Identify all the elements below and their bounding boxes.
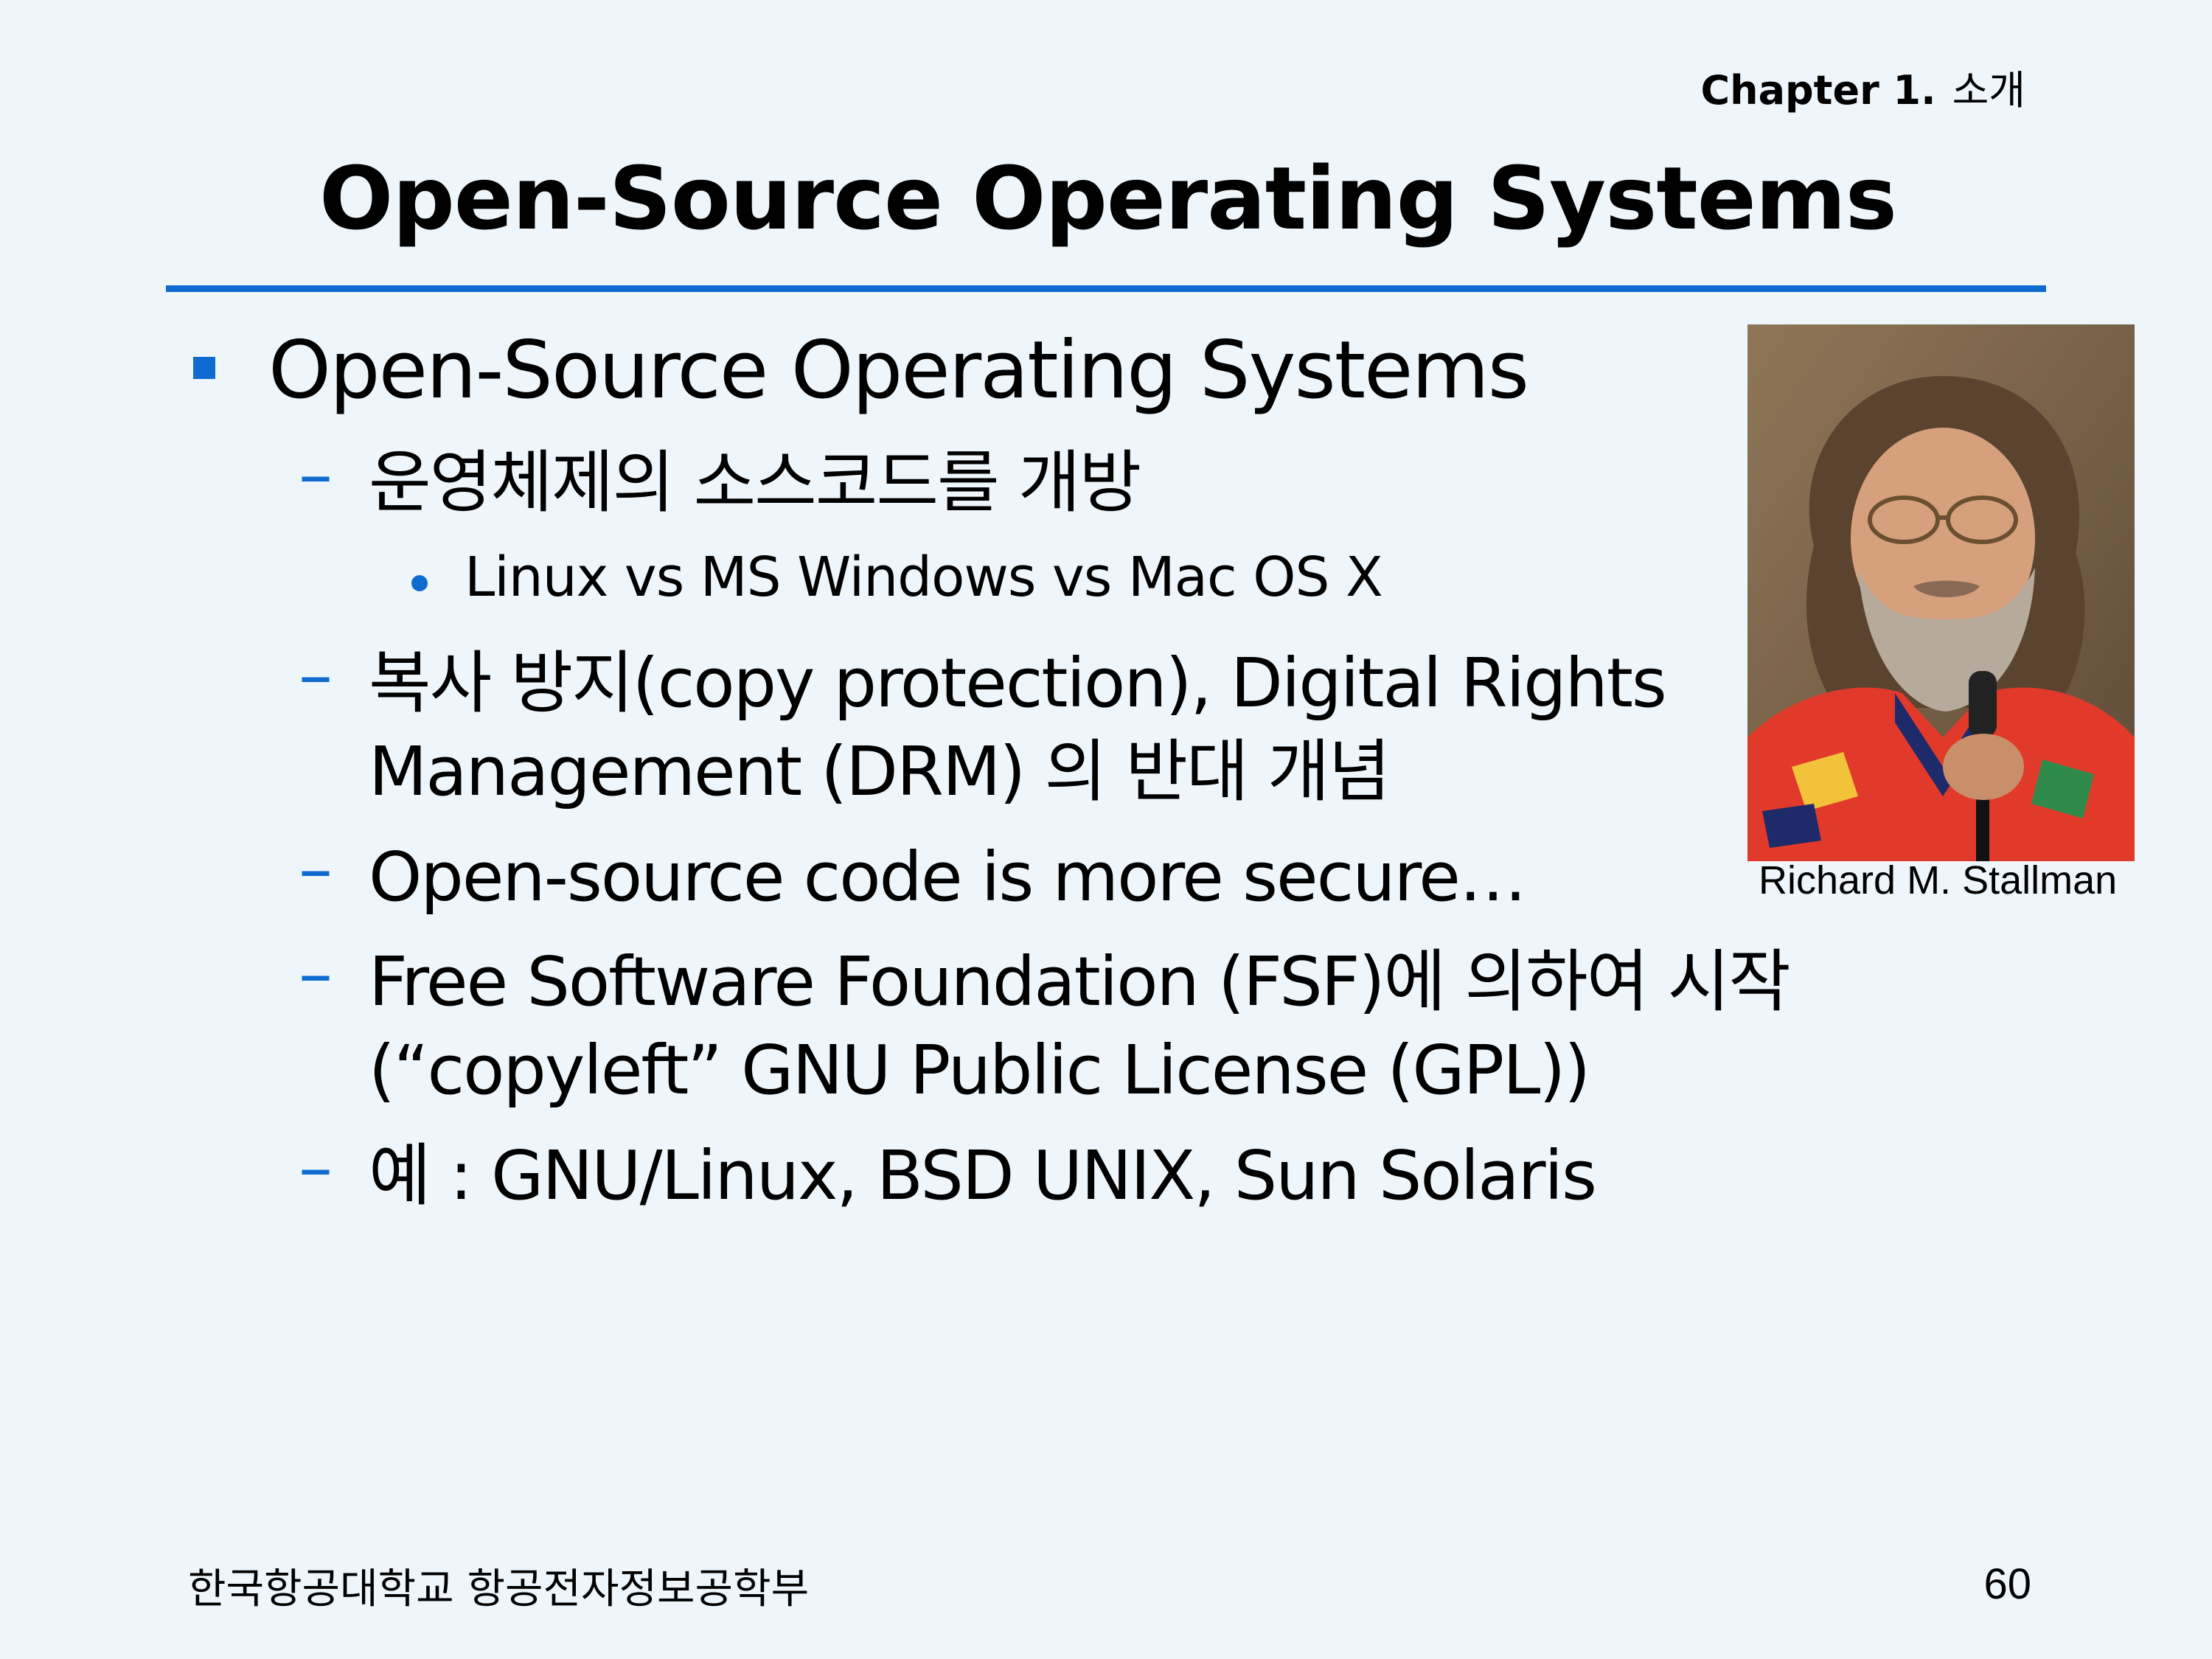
dash-bullet-icon: – <box>299 435 333 514</box>
footer-institution: 한국항공대학교 항공전자정보공학부 <box>188 1565 810 1613</box>
slide: Chapter 1. 소개 Open-Source Operating Syste… <box>0 0 2212 1659</box>
dot-bullet-icon <box>411 575 428 591</box>
portrait-photo <box>1747 324 2135 861</box>
chapter-header: Chapter 1. 소개 <box>1701 58 2026 116</box>
bullet-level2-drm-line2: Management (DRM) 의 반대 개념 <box>369 732 1391 811</box>
chapter-name: 소개 <box>1952 67 2025 114</box>
portrait-illustration <box>1747 324 2135 861</box>
bullet-level2-fsf: Free Software Foundation (FSF)에 의하여 시작 (… <box>369 938 1791 1115</box>
bullet-level2-secure: Open-source code is more secure… <box>369 838 1527 917</box>
bullet-level3-os-compare: Linux vs MS Windows vs Mac OS X <box>465 546 1383 609</box>
page-number: 60 <box>1983 1560 2031 1608</box>
bullet-level2-examples: 예 : GNU/Linux, BSD UNIX, Sun Solaris <box>369 1136 1597 1215</box>
dash-bullet-icon: – <box>299 830 333 908</box>
bullet-level1-text: Open-Source Operating Systems <box>268 324 1529 417</box>
bullet-level2-drm-line1: 복사 방지(copy protection), Digital Rights <box>369 644 1667 723</box>
bullet-level1: Open-Source Operating Systems <box>193 324 1529 417</box>
bullet-level2-drm: 복사 방지(copy protection), Digital Rights M… <box>369 639 1667 816</box>
bullet-level2-fsf-line2: (“copyleft” GNU Public License (GPL)) <box>369 1031 1590 1110</box>
dash-bullet-icon: – <box>299 636 333 714</box>
dash-bullet-icon: – <box>299 1128 333 1207</box>
dash-bullet-icon: – <box>299 934 333 1013</box>
square-bullet-icon <box>193 357 215 380</box>
photo-caption: Richard M. Stallman <box>1759 858 2118 902</box>
slide-content: Open-Source Operating Systems – 운영체제의 소스… <box>0 0 1791 1327</box>
bullet-level2-open-source: 운영체제의 소스코드를 개방 <box>369 443 1141 522</box>
chapter-label: Chapter 1. <box>1700 67 1936 114</box>
bullet-level2-fsf-line1: Free Software Foundation (FSF)에 의하여 시작 <box>369 942 1791 1021</box>
